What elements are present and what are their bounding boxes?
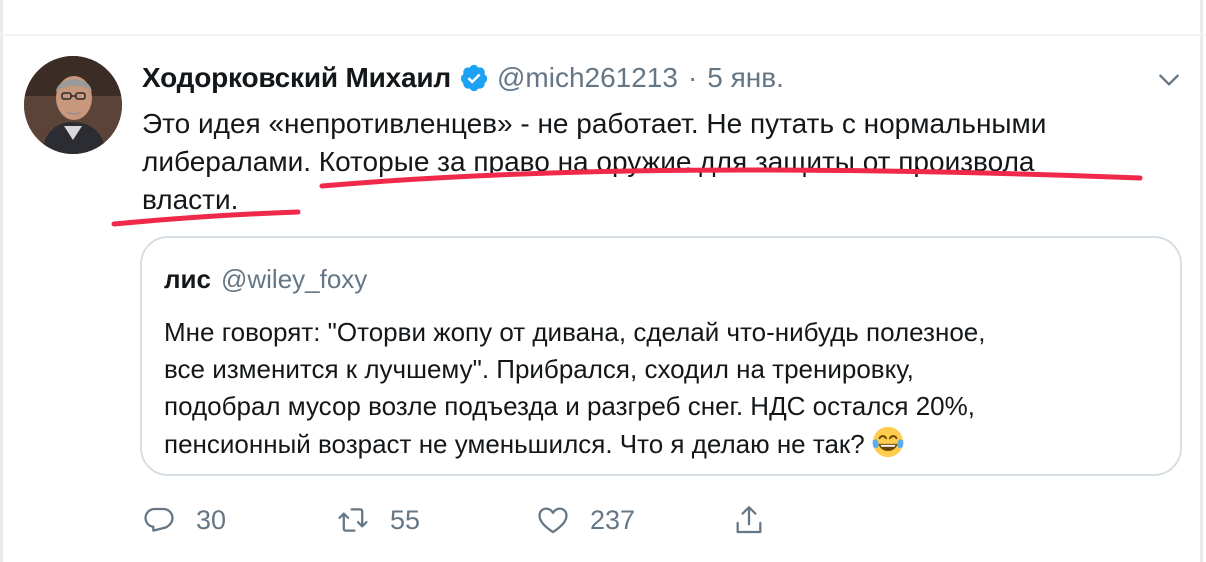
tweet-text-line: Это идея «непротивленцев» - не работает.… — [142, 108, 1047, 139]
heart-icon[interactable] — [536, 503, 570, 537]
tweet-text-line: власти. — [142, 184, 239, 215]
tweet-divider — [0, 34, 1206, 36]
reply-icon[interactable] — [142, 503, 176, 537]
quoted-text-line-last: пенсионный возраст не уменьшился. Что я … — [164, 425, 1154, 463]
share-icon[interactable] — [732, 503, 766, 537]
quoted-tweet-header: лис @wiley_foxy — [164, 264, 367, 298]
share-button[interactable] — [732, 500, 766, 540]
tweet-text-line: либералами. Которые за право на оружие д… — [142, 146, 1035, 177]
avatar-image — [24, 56, 122, 154]
quoted-tweet[interactable]: лис @wiley_foxy Мне говорят: "Оторви жоп… — [140, 236, 1182, 476]
header-separator: · — [687, 62, 698, 93]
reply-count: 30 — [196, 504, 227, 535]
quoted-tweet-text: Мне говорят: "Оторви жопу от дивана, сде… — [164, 314, 1154, 463]
retweet-count: 55 — [390, 504, 421, 535]
retweet-button[interactable]: 55 — [336, 500, 420, 540]
quoted-text-line: пенсионный возраст не уменьшился. Что я … — [164, 429, 865, 459]
like-button[interactable]: 237 — [536, 500, 635, 540]
quoted-text-line: Мне говорят: "Оторви жопу от дивана, сде… — [164, 317, 986, 347]
quoted-author-handle: @wiley_foxy — [220, 264, 368, 294]
avatar[interactable] — [24, 56, 122, 154]
quoted-text-line: все изменится к лучшему". Прибрался, схо… — [164, 354, 914, 384]
tweet-actions: 30 55 237 — [142, 500, 842, 540]
tweet-text: Это идея «непротивленцев» - не работает.… — [142, 105, 1172, 219]
verified-badge-icon — [459, 63, 489, 93]
quoted-text-line: подобрал мусор возле подъезда и разгреб … — [164, 391, 975, 421]
tweet-header: Ходорковский Михаил @mich261213 · 5 янв. — [142, 58, 784, 98]
author-handle[interactable]: @mich261213 — [497, 62, 678, 94]
chevron-down-icon[interactable] — [1152, 63, 1186, 97]
face-with-tears-of-joy-icon — [872, 426, 904, 458]
author-name[interactable]: Ходорковский Михаил — [142, 62, 451, 94]
quoted-author-name: лис — [164, 264, 211, 294]
reply-button[interactable]: 30 — [142, 500, 226, 540]
tweet-card[interactable]: Ходорковский Михаил @mich261213 · 5 янв.… — [0, 0, 1206, 562]
like-count: 237 — [590, 504, 636, 535]
timeline-right-border — [1200, 0, 1203, 562]
tweet-date[interactable]: 5 янв. — [707, 62, 784, 94]
timeline-left-border — [0, 0, 3, 562]
retweet-icon[interactable] — [336, 503, 370, 537]
